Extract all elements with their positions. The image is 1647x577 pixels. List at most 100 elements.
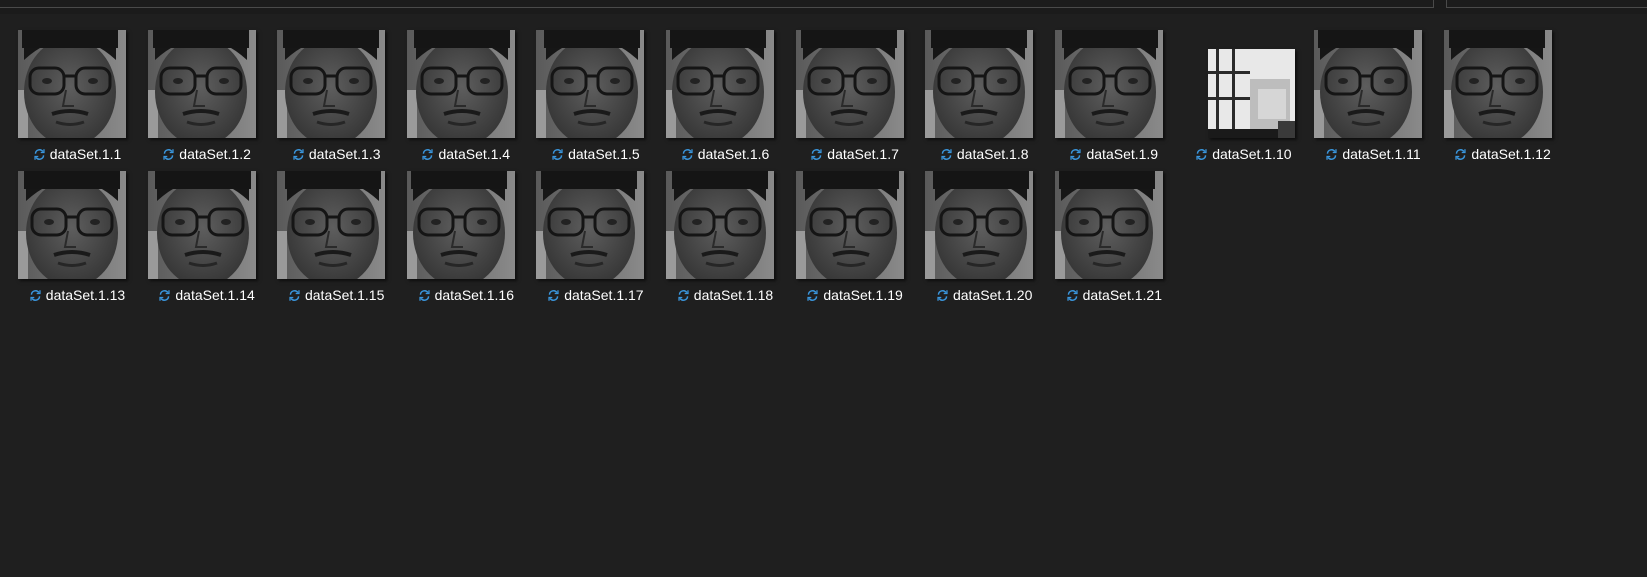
explorer-top-bar bbox=[0, 0, 1647, 14]
file-name-text: dataSet.1.19 bbox=[823, 287, 903, 303]
file-item[interactable]: dataSet.1.14 bbox=[139, 171, 257, 311]
sync-pending-icon bbox=[1066, 289, 1079, 302]
sync-pending-icon bbox=[162, 148, 175, 161]
file-name-text: dataSet.1.1 bbox=[49, 146, 122, 162]
file-item[interactable]: dataSet.1.20 bbox=[916, 171, 1034, 311]
sync-pending-icon bbox=[806, 289, 819, 302]
file-item[interactable]: dataSet.1.21 bbox=[1046, 171, 1164, 311]
file-name-text: dataSet.1.4 bbox=[438, 146, 511, 162]
thumbnail-face-image bbox=[536, 171, 645, 279]
file-name-text: dataSet.1.2 bbox=[179, 146, 251, 162]
file-name-label: dataSet.1.8 bbox=[916, 146, 1052, 163]
thumbnail-face-image bbox=[406, 171, 515, 279]
file-name-text: dataSet.1.14 bbox=[175, 287, 255, 303]
thumbnail-window-image bbox=[1208, 49, 1296, 138]
thumbnail-face-image bbox=[277, 30, 386, 138]
thumbnail-face-image bbox=[1054, 30, 1163, 138]
file-name-label: dataSet.1.4 bbox=[398, 146, 534, 163]
file-name-label: dataSet.1.17 bbox=[527, 287, 663, 304]
thumbnail-face-image bbox=[147, 171, 256, 279]
file-name-text: dataSet.1.13 bbox=[45, 287, 126, 303]
sync-pending-icon bbox=[551, 148, 564, 161]
sync-pending-icon bbox=[810, 148, 823, 161]
file-item[interactable]: dataSet.1.18 bbox=[657, 171, 775, 311]
thumbnail-face-image bbox=[1443, 30, 1552, 138]
sync-pending-icon bbox=[158, 289, 171, 302]
file-item[interactable]: dataSet.1.6 bbox=[657, 30, 775, 170]
file-name-label: dataSet.1.16 bbox=[398, 287, 534, 304]
search-box[interactable] bbox=[1446, 0, 1647, 8]
sync-pending-icon bbox=[1069, 148, 1082, 161]
file-name-label: dataSet.1.3 bbox=[268, 146, 404, 163]
file-name-label: dataSet.1.18 bbox=[657, 287, 793, 304]
thumbnail-face-image bbox=[406, 30, 515, 138]
sync-pending-icon bbox=[681, 148, 694, 161]
file-name-text: dataSet.1.5 bbox=[568, 146, 640, 162]
thumbnail-face-image bbox=[925, 171, 1034, 279]
file-item[interactable]: dataSet.1.5 bbox=[527, 30, 645, 170]
thumbnail-face-image bbox=[18, 171, 126, 279]
thumbnail-face-image bbox=[147, 30, 256, 138]
thumbnail-face-image bbox=[18, 30, 126, 138]
file-name-text: dataSet.1.7 bbox=[827, 146, 899, 162]
file-name-text: dataSet.1.10 bbox=[1212, 146, 1292, 162]
sync-pending-icon bbox=[29, 289, 42, 302]
file-name-label: dataSet.1.12 bbox=[1435, 146, 1571, 163]
file-name-text: dataSet.1.15 bbox=[304, 287, 385, 303]
file-item[interactable]: dataSet.1.10 bbox=[1175, 30, 1296, 170]
thumbnail-face-image bbox=[666, 30, 774, 138]
sync-pending-icon bbox=[547, 289, 560, 302]
file-item[interactable]: dataSet.1.17 bbox=[527, 171, 645, 311]
file-name-label: dataSet.1.5 bbox=[527, 146, 663, 163]
file-item[interactable]: dataSet.1.15 bbox=[268, 171, 386, 311]
sync-pending-icon bbox=[418, 289, 431, 302]
file-name-label: dataSet.1.1 bbox=[9, 146, 145, 163]
thumbnail-face-image bbox=[536, 30, 645, 138]
thumbnail-face-image bbox=[795, 30, 904, 138]
file-name-label: dataSet.1.10 bbox=[1175, 146, 1311, 163]
address-bar[interactable] bbox=[0, 0, 1434, 8]
file-item[interactable]: dataSet.1.4 bbox=[398, 30, 516, 170]
file-name-text: dataSet.1.3 bbox=[308, 146, 381, 162]
file-item[interactable]: dataSet.1.7 bbox=[787, 30, 905, 170]
sync-pending-icon bbox=[1325, 148, 1338, 161]
file-name-text: dataSet.1.11 bbox=[1342, 146, 1421, 162]
file-name-text: dataSet.1.12 bbox=[1471, 146, 1551, 162]
file-name-text: dataSet.1.16 bbox=[434, 287, 514, 303]
sync-pending-icon bbox=[288, 289, 301, 302]
thumbnail-face-image bbox=[1054, 171, 1163, 279]
file-item[interactable]: dataSet.1.8 bbox=[916, 30, 1034, 170]
sync-pending-icon bbox=[421, 148, 434, 161]
sync-pending-icon bbox=[940, 148, 953, 161]
file-name-text: dataSet.1.20 bbox=[952, 287, 1033, 303]
sync-pending-icon bbox=[33, 148, 46, 161]
file-item[interactable]: dataSet.1.3 bbox=[268, 30, 386, 170]
sync-pending-icon bbox=[677, 289, 690, 302]
thumbnail-face-image bbox=[925, 30, 1034, 138]
file-name-label: dataSet.1.9 bbox=[1046, 146, 1182, 163]
file-name-label: dataSet.1.7 bbox=[787, 146, 923, 163]
file-name-text: dataSet.1.6 bbox=[697, 146, 770, 162]
file-name-text: dataSet.1.17 bbox=[564, 287, 644, 303]
thumbnail-face-image bbox=[1314, 30, 1422, 138]
file-item[interactable]: dataSet.1.11 bbox=[1305, 30, 1423, 170]
file-item[interactable]: dataSet.1.13 bbox=[9, 171, 127, 311]
file-name-label: dataSet.1.15 bbox=[268, 287, 404, 304]
thumbnail-face-image bbox=[277, 171, 386, 279]
file-name-label: dataSet.1.13 bbox=[9, 287, 145, 304]
sync-pending-icon bbox=[936, 289, 949, 302]
file-name-text: dataSet.1.8 bbox=[956, 146, 1029, 162]
file-item[interactable]: dataSet.1.16 bbox=[398, 171, 516, 311]
file-name-label: dataSet.1.19 bbox=[787, 287, 923, 304]
file-item[interactable]: dataSet.1.19 bbox=[787, 171, 905, 311]
sync-pending-icon bbox=[1195, 148, 1208, 161]
file-name-label: dataSet.1.20 bbox=[916, 287, 1052, 304]
file-name-label: dataSet.1.11 bbox=[1305, 146, 1441, 163]
file-item[interactable]: dataSet.1.1 bbox=[9, 30, 127, 170]
file-name-label: dataSet.1.14 bbox=[139, 287, 275, 304]
file-item[interactable]: dataSet.1.12 bbox=[1435, 30, 1553, 170]
file-name-text: dataSet.1.18 bbox=[693, 287, 774, 303]
file-item[interactable]: dataSet.1.9 bbox=[1046, 30, 1164, 170]
file-item[interactable]: dataSet.1.2 bbox=[139, 30, 257, 170]
file-name-label: dataSet.1.21 bbox=[1046, 287, 1182, 304]
